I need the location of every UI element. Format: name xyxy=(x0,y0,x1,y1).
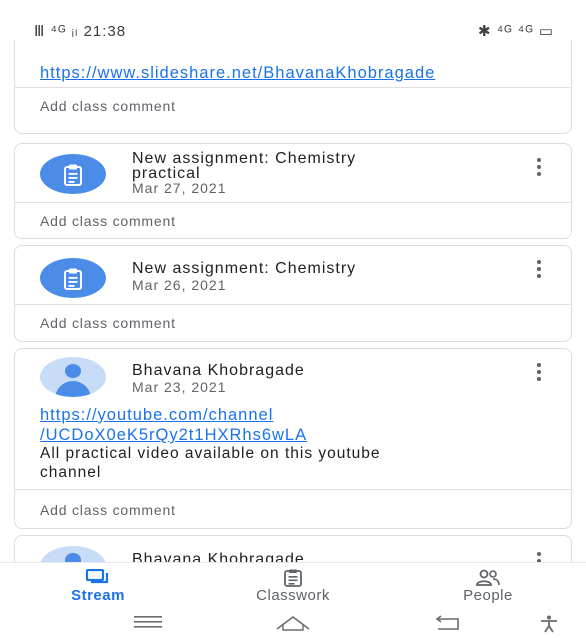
home-icon[interactable] xyxy=(275,615,311,631)
tab-classwork[interactable]: Classwork xyxy=(233,563,353,611)
add-class-comment[interactable]: Add class comment xyxy=(40,502,176,518)
post-body-line: All practical video available on this yo… xyxy=(40,445,381,462)
back-icon[interactable] xyxy=(434,615,464,631)
card-divider xyxy=(15,87,571,88)
assignment-icon xyxy=(40,154,106,194)
post-link[interactable]: https://youtube.com/channel /UCDoX0eK5rQ… xyxy=(40,405,307,445)
assignment-icon xyxy=(40,258,106,298)
assignment-title-line: practical xyxy=(132,165,201,182)
assignment-card[interactable]: New assignment: Chemistry Mar 26, 2021 A… xyxy=(14,245,572,342)
more-options-icon[interactable] xyxy=(537,363,541,384)
post-link-line[interactable]: https://youtube.com/channel xyxy=(40,405,307,425)
status-bar: Ⅲ ⁴ᴳ ᵢₗ 21:38 ✱ ⁴ᴳ ⁴ᴳ ▭ xyxy=(0,0,586,40)
post-body-line: channel xyxy=(40,464,102,481)
card-divider xyxy=(15,489,571,490)
tab-label: Stream xyxy=(71,587,125,604)
tab-people[interactable]: People xyxy=(428,563,548,611)
post-link-line[interactable]: /UCDoX0eK5rQy2t1HXRhs6wLA xyxy=(40,425,307,445)
post-date: Mar 27, 2021 xyxy=(132,180,227,196)
tab-label: People xyxy=(463,587,513,604)
card-divider xyxy=(15,202,571,203)
author-name: Bhavana Khobragade xyxy=(132,362,305,379)
system-navigation-bar xyxy=(0,610,586,638)
more-options-icon[interactable] xyxy=(537,552,541,562)
add-class-comment[interactable]: Add class comment xyxy=(40,213,176,229)
post-body: All practical video available on this yo… xyxy=(40,444,381,482)
add-class-comment[interactable]: Add class comment xyxy=(40,315,176,331)
post-date: Mar 26, 2021 xyxy=(132,277,227,293)
menu-icon[interactable] xyxy=(134,615,162,629)
tab-stream[interactable]: Stream xyxy=(38,563,158,611)
author-name: Bhavana Khobragade xyxy=(132,551,305,563)
accessibility-icon[interactable] xyxy=(539,615,559,633)
classwork-icon xyxy=(284,569,302,587)
person-avatar-icon xyxy=(40,546,106,562)
stream-feed[interactable]: https://www.slideshare.net/BhavanaKhobra… xyxy=(0,40,586,562)
people-icon xyxy=(476,569,500,586)
person-avatar-icon xyxy=(40,357,106,397)
more-options-icon[interactable] xyxy=(537,260,541,281)
status-bar-right: ✱ ⁴ᴳ ⁴ᴳ ▭ xyxy=(477,23,554,40)
announcement-card[interactable]: Bhavana Khobragade xyxy=(14,535,572,562)
add-class-comment[interactable]: Add class comment xyxy=(40,98,176,114)
assignment-title: New assignment: Chemistry xyxy=(132,260,357,277)
assignment-card[interactable]: New assignment: Chemistry practical Mar … xyxy=(14,143,572,239)
post-card: https://www.slideshare.net/BhavanaKhobra… xyxy=(14,40,572,134)
post-date: Mar 23, 2021 xyxy=(132,379,227,395)
assignment-title-line: New assignment: Chemistry xyxy=(132,150,357,167)
more-options-icon[interactable] xyxy=(537,158,541,179)
post-link[interactable]: https://www.slideshare.net/BhavanaKhobra… xyxy=(40,64,435,83)
stream-icon xyxy=(85,569,109,584)
card-divider xyxy=(15,304,571,305)
status-bar-left: Ⅲ ⁴ᴳ ᵢₗ 21:38 xyxy=(34,23,127,40)
assignment-title: New assignment: Chemistry practical xyxy=(132,150,357,182)
announcement-card[interactable]: Bhavana Khobragade Mar 23, 2021 https://… xyxy=(14,348,572,529)
tab-label: Classwork xyxy=(256,587,330,604)
bottom-navigation: Stream Classwork People xyxy=(0,562,586,611)
